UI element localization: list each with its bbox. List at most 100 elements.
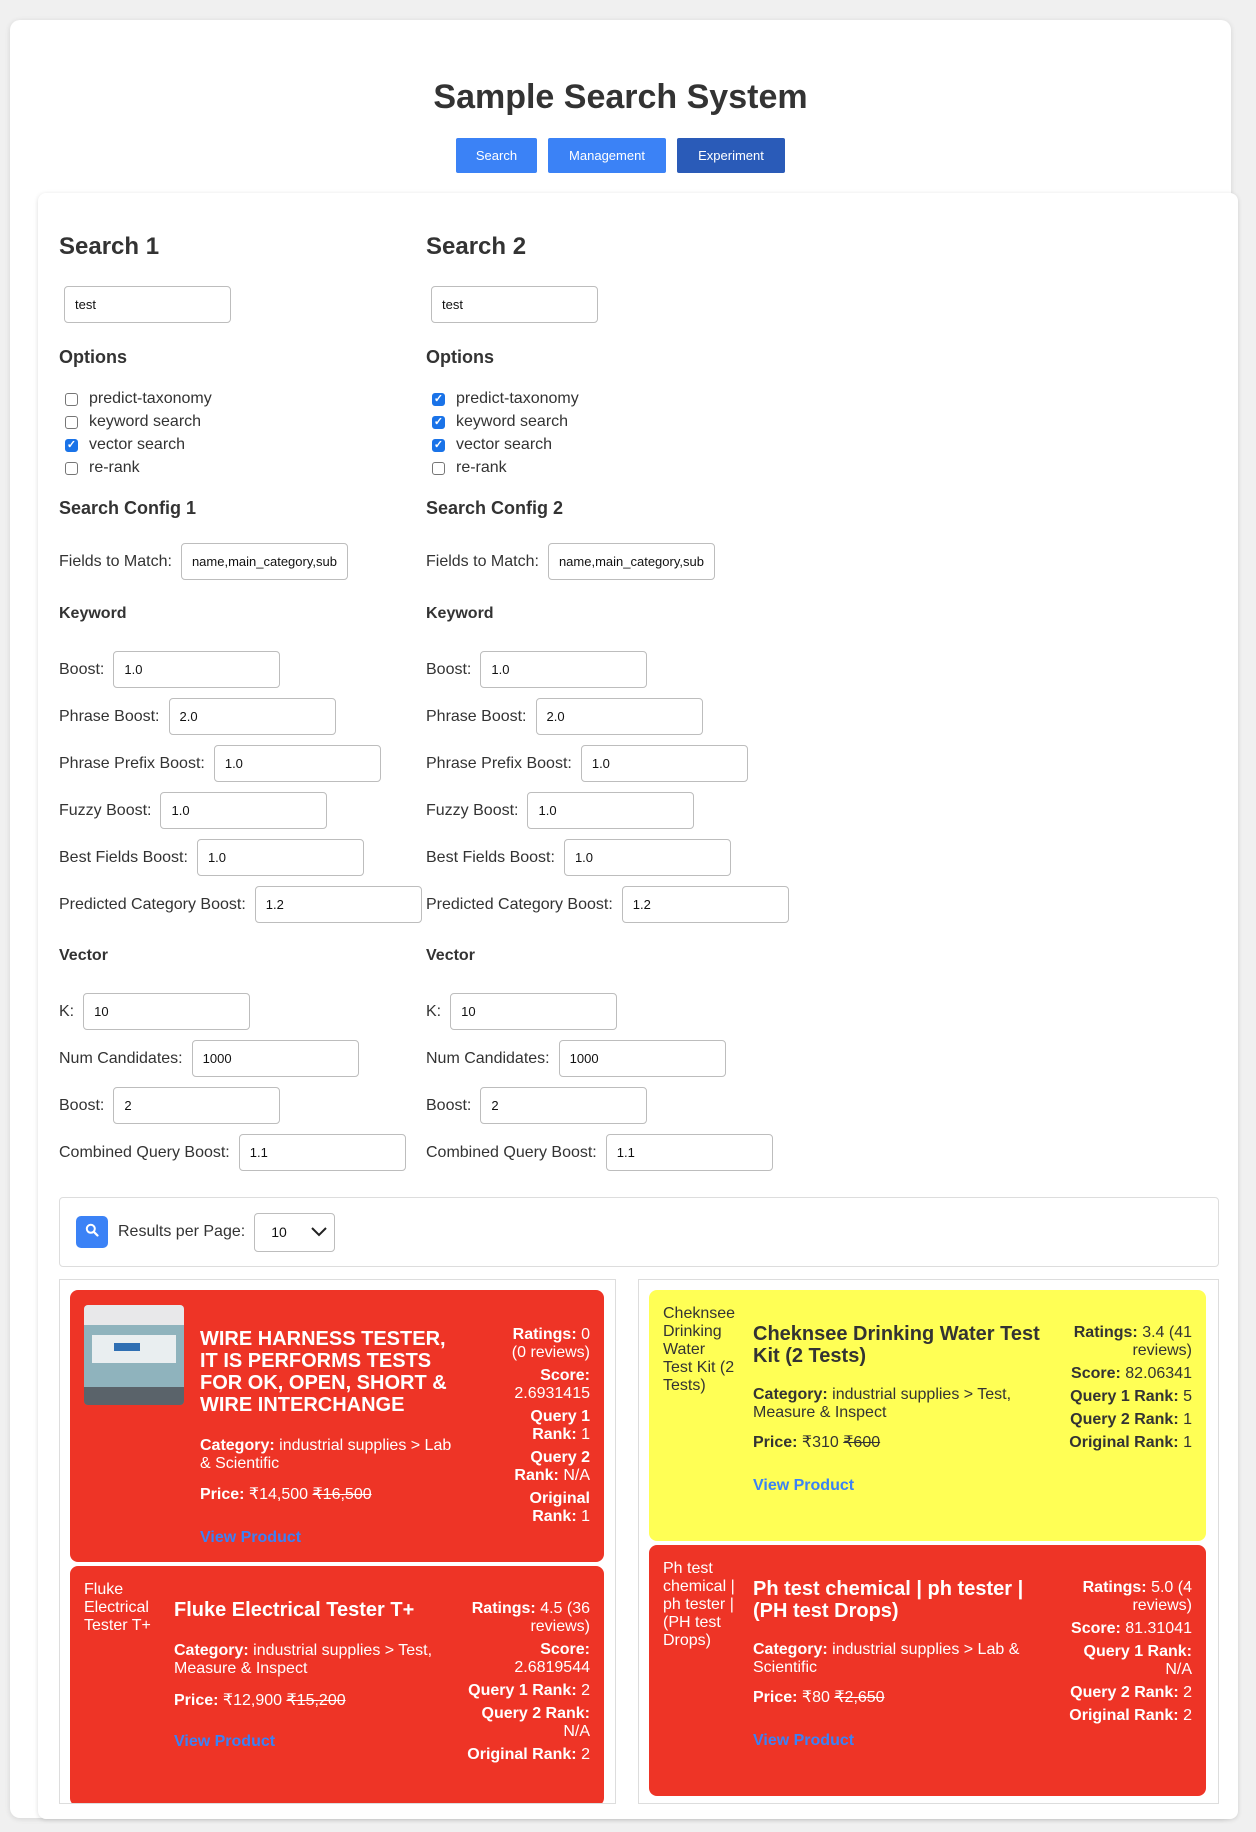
search-2-query-input[interactable]: test <box>431 286 598 323</box>
results-per-page-label: Results per Page: <box>118 1223 246 1240</box>
checkbox[interactable] <box>65 461 78 475</box>
search-2-fields-row: Fields to Match: name,main_category,sub <box>426 543 715 580</box>
search-1-predicted-category-boost-row: Predicted Category Boost: 1.2 <box>59 886 422 923</box>
product-price: Price: ₹14,500 ₹16,500 <box>200 1484 372 1504</box>
search-2-num-candidates-row: Num Candidates: 1000 <box>426 1040 726 1077</box>
combined-query-boost-input[interactable]: 1.1 <box>238 1134 406 1171</box>
nav-bar: Search Management Experiment <box>10 138 1231 173</box>
search-2-option-re-rank[interactable]: re-rank <box>426 458 507 478</box>
field-label: Fuzzy Boost: <box>426 801 519 819</box>
score-label: Score: <box>540 1367 590 1384</box>
view-product-link[interactable]: View Product <box>200 1529 301 1547</box>
price-label: Price: <box>200 1486 245 1503</box>
search-1-option-vector-search[interactable]: vector search <box>59 435 185 455</box>
field-label: Fuzzy Boost: <box>59 801 152 819</box>
category-label: Category: <box>174 1642 249 1659</box>
results-column-2: Cheknsee Drinking Water Test Kit (2 Test… <box>638 1279 1219 1804</box>
phrase-prefix-boost-input[interactable]: 1.0 <box>213 745 381 782</box>
best-fields-boost-input[interactable]: 1.0 <box>563 839 731 876</box>
phrase-prefix-boost-input[interactable]: 1.0 <box>580 745 748 782</box>
search-1-phrase-boost-row: Phrase Boost: 2.0 <box>59 698 336 735</box>
search-2-predicted-category-boost-row: Predicted Category Boost: 1.2 <box>426 886 789 923</box>
checkbox-checked[interactable] <box>432 415 445 429</box>
vector-boost-input[interactable]: 2 <box>113 1087 281 1124</box>
search-1-fuzzy-boost-row: Fuzzy Boost: 1.0 <box>59 792 328 829</box>
product-category: Category: industrial supplies > Test, Me… <box>753 1386 1028 1422</box>
product-stats: Ratings: 3.4 (41 reviews) Score: 82.0634… <box>1067 1324 1192 1457</box>
select-value: 10 <box>271 1224 287 1240</box>
nav-search-button[interactable]: Search <box>456 138 537 173</box>
search-1-option-keyword-search[interactable]: keyword search <box>59 412 201 432</box>
phrase-boost-input[interactable]: 2.0 <box>535 698 703 735</box>
product-price: Price: ₹80 ₹2,650 <box>753 1687 885 1707</box>
price-label: Price: <box>174 1692 219 1709</box>
search-2-vector-boost-row: Boost: 2 <box>426 1087 648 1124</box>
search-2-keyword-boost-row: Boost: 1.0 <box>426 651 648 688</box>
score-label: Score: <box>540 1641 590 1658</box>
product-category: Category: industrial supplies > Lab & Sc… <box>200 1437 455 1473</box>
product-name: Cheknsee Drinking Water Test Kit (2 Test… <box>753 1323 1040 1367</box>
nav-management-button[interactable]: Management <box>548 138 666 173</box>
k-input[interactable]: 10 <box>83 993 251 1030</box>
predicted-category-boost-input[interactable]: 1.2 <box>254 886 422 923</box>
results-per-page-select[interactable]: 10 <box>254 1212 336 1252</box>
search-1-option-predict-taxonomy[interactable]: predict-taxonomy <box>59 389 212 409</box>
view-product-link[interactable]: View Product <box>753 1477 854 1495</box>
search-2-option-vector-search[interactable]: vector search <box>426 435 552 455</box>
checkbox[interactable] <box>65 392 78 406</box>
search-2-fuzzy-boost-row: Fuzzy Boost: 1.0 <box>426 792 695 829</box>
product-name: Fluke Electrical Tester T+ <box>174 1599 415 1621</box>
checkbox[interactable] <box>65 415 78 429</box>
fuzzy-boost-input[interactable]: 1.0 <box>160 792 328 829</box>
num-candidates-input[interactable]: 1000 <box>558 1040 726 1077</box>
original-rank-value: 2 <box>1183 1707 1192 1724</box>
phrase-boost-input[interactable]: 2.0 <box>168 698 336 735</box>
product-stats: Ratings: 0 (0 reviews) Score: 2.6931415 … <box>495 1326 590 1531</box>
search-2-keyword-heading: Keyword <box>426 605 494 622</box>
k-input[interactable]: 10 <box>450 993 618 1030</box>
page-title: Sample Search System <box>433 78 808 116</box>
field-label: Combined Query Boost: <box>59 1143 230 1161</box>
search-2-column: Search 2 test Options predict-taxonomy k… <box>426 193 796 1183</box>
fuzzy-boost-input[interactable]: 1.0 <box>527 792 695 829</box>
checkbox-checked[interactable] <box>65 438 78 452</box>
view-product-link[interactable]: View Product <box>174 1733 275 1751</box>
product-category: Category: industrial supplies > Lab & Sc… <box>753 1641 1028 1677</box>
keyword-boost-input[interactable]: 1.0 <box>480 651 648 688</box>
query-1-rank-value: 5 <box>1183 1388 1192 1405</box>
product-category: Category: industrial supplies > Test, Me… <box>174 1642 439 1678</box>
fields-label: Fields to Match: <box>59 552 172 570</box>
search-button[interactable] <box>76 1216 108 1248</box>
query-2-rank-label: Query 2 Rank: <box>1070 1411 1179 1428</box>
search-2-combined-query-boost-row: Combined Query Boost: 1.1 <box>426 1134 773 1171</box>
search-1-query-input[interactable]: test <box>64 286 231 323</box>
query-1-rank-label: Query 1 Rank: <box>1070 1388 1179 1405</box>
score-value: 81.31041 <box>1125 1620 1192 1637</box>
option-label: vector search <box>456 436 553 453</box>
search-1-option-re-rank[interactable]: re-rank <box>59 458 140 478</box>
keyword-boost-input[interactable]: 1.0 <box>113 651 281 688</box>
combined-query-boost-input[interactable]: 1.1 <box>605 1134 773 1171</box>
fields-input[interactable]: name,main_category,sub <box>547 543 715 580</box>
view-product-link[interactable]: View Product <box>753 1732 854 1750</box>
checkbox-checked[interactable] <box>432 438 445 452</box>
field-label: Num Candidates: <box>59 1049 183 1067</box>
checkbox-checked[interactable] <box>432 392 445 406</box>
best-fields-boost-input[interactable]: 1.0 <box>196 839 364 876</box>
score-label: Score: <box>1071 1365 1121 1382</box>
search-1-vector-boost-row: Boost: 2 <box>59 1087 281 1124</box>
search-2-option-predict-taxonomy[interactable]: predict-taxonomy <box>426 389 579 409</box>
checkbox[interactable] <box>432 461 445 475</box>
option-label: vector search <box>89 436 186 453</box>
fields-input[interactable]: name,main_category,sub <box>180 543 348 580</box>
search-2-option-keyword-search[interactable]: keyword search <box>426 412 568 432</box>
score-value: 2.6819544 <box>514 1659 590 1676</box>
vector-boost-input[interactable]: 2 <box>480 1087 648 1124</box>
product-name: Ph test chemical | ph tester | (PH test … <box>753 1578 1024 1622</box>
predicted-category-boost-input[interactable]: 1.2 <box>621 886 789 923</box>
field-label: Boost: <box>426 660 472 678</box>
field-label: Boost: <box>426 1096 472 1114</box>
num-candidates-input[interactable]: 1000 <box>191 1040 359 1077</box>
nav-experiment-button[interactable]: Experiment <box>677 138 785 173</box>
search-1-heading: Search 1 <box>59 233 160 260</box>
